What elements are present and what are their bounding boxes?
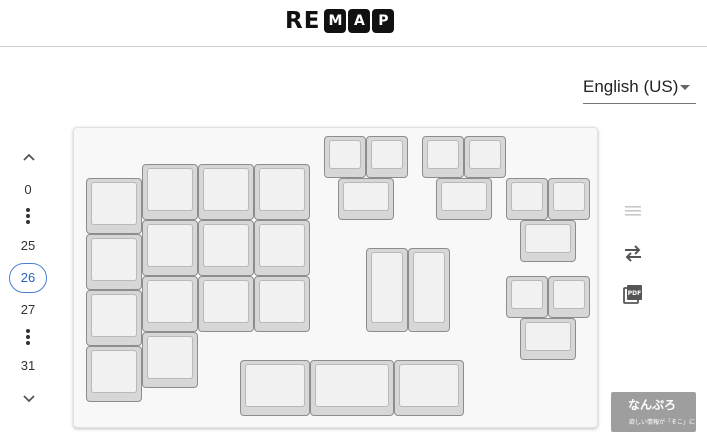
key[interactable] <box>464 136 506 178</box>
key[interactable] <box>142 164 198 220</box>
logo-text: RE <box>285 7 321 34</box>
key[interactable] <box>198 276 254 332</box>
key[interactable] <box>86 178 142 234</box>
key[interactable] <box>338 178 394 220</box>
key[interactable] <box>254 276 310 332</box>
layer-selector: 0 25 26 27 31 <box>8 145 50 415</box>
key[interactable] <box>86 234 142 290</box>
keyboard-layout <box>73 127 598 428</box>
language-select-value: English (US) <box>583 77 679 96</box>
key[interactable] <box>366 248 408 332</box>
logo-box-letter: P <box>372 8 395 33</box>
layer-item-26-selected[interactable]: 26 <box>9 263 47 293</box>
key[interactable] <box>142 276 198 332</box>
key[interactable] <box>198 220 254 276</box>
key[interactable] <box>366 136 408 178</box>
key[interactable] <box>408 248 450 332</box>
layer-item-25[interactable]: 25 <box>8 238 48 253</box>
remap-logo[interactable]: RE M A P <box>285 7 395 34</box>
logo-box-letter: A <box>348 8 371 33</box>
watermark-subtitle: 欲しい情報が「そこ」に <box>629 420 696 426</box>
swap-icon[interactable] <box>622 242 644 264</box>
watermark-logo: なんぷろ 欲しい情報が「そこ」に <box>611 392 696 432</box>
key[interactable] <box>198 164 254 220</box>
key[interactable] <box>520 318 576 360</box>
chevron-up-icon[interactable] <box>21 150 37 166</box>
more-layers-icon <box>25 329 31 347</box>
key[interactable] <box>254 164 310 220</box>
pdf-icon[interactable]: PDF <box>622 283 644 305</box>
key[interactable] <box>548 178 590 220</box>
key[interactable] <box>506 178 548 220</box>
logo-box-letter: M <box>324 8 347 33</box>
key[interactable] <box>422 136 464 178</box>
key[interactable] <box>86 346 142 402</box>
key[interactable] <box>506 276 548 318</box>
key[interactable] <box>254 220 310 276</box>
key[interactable] <box>86 290 142 346</box>
layer-item-31[interactable]: 31 <box>8 358 48 373</box>
key[interactable] <box>142 220 198 276</box>
key[interactable] <box>548 276 590 318</box>
more-layers-icon <box>25 208 31 226</box>
chevron-down-icon[interactable] <box>21 390 37 406</box>
keymap-list-icon[interactable] <box>622 200 644 222</box>
layer-item-27[interactable]: 27 <box>8 302 48 317</box>
svg-text:PDF: PDF <box>628 290 641 297</box>
watermark-title: なんぷろ <box>628 398 677 412</box>
key[interactable] <box>436 178 492 220</box>
key[interactable] <box>240 360 310 416</box>
key[interactable] <box>520 220 576 262</box>
key[interactable] <box>142 332 198 388</box>
dropdown-arrow-icon <box>680 85 690 90</box>
key[interactable] <box>324 136 366 178</box>
key[interactable] <box>310 360 394 416</box>
top-app-bar: RE M A P <box>0 0 707 47</box>
layer-item-0[interactable]: 0 <box>8 182 48 197</box>
language-select[interactable]: English (US) <box>583 74 696 104</box>
key[interactable] <box>394 360 464 416</box>
